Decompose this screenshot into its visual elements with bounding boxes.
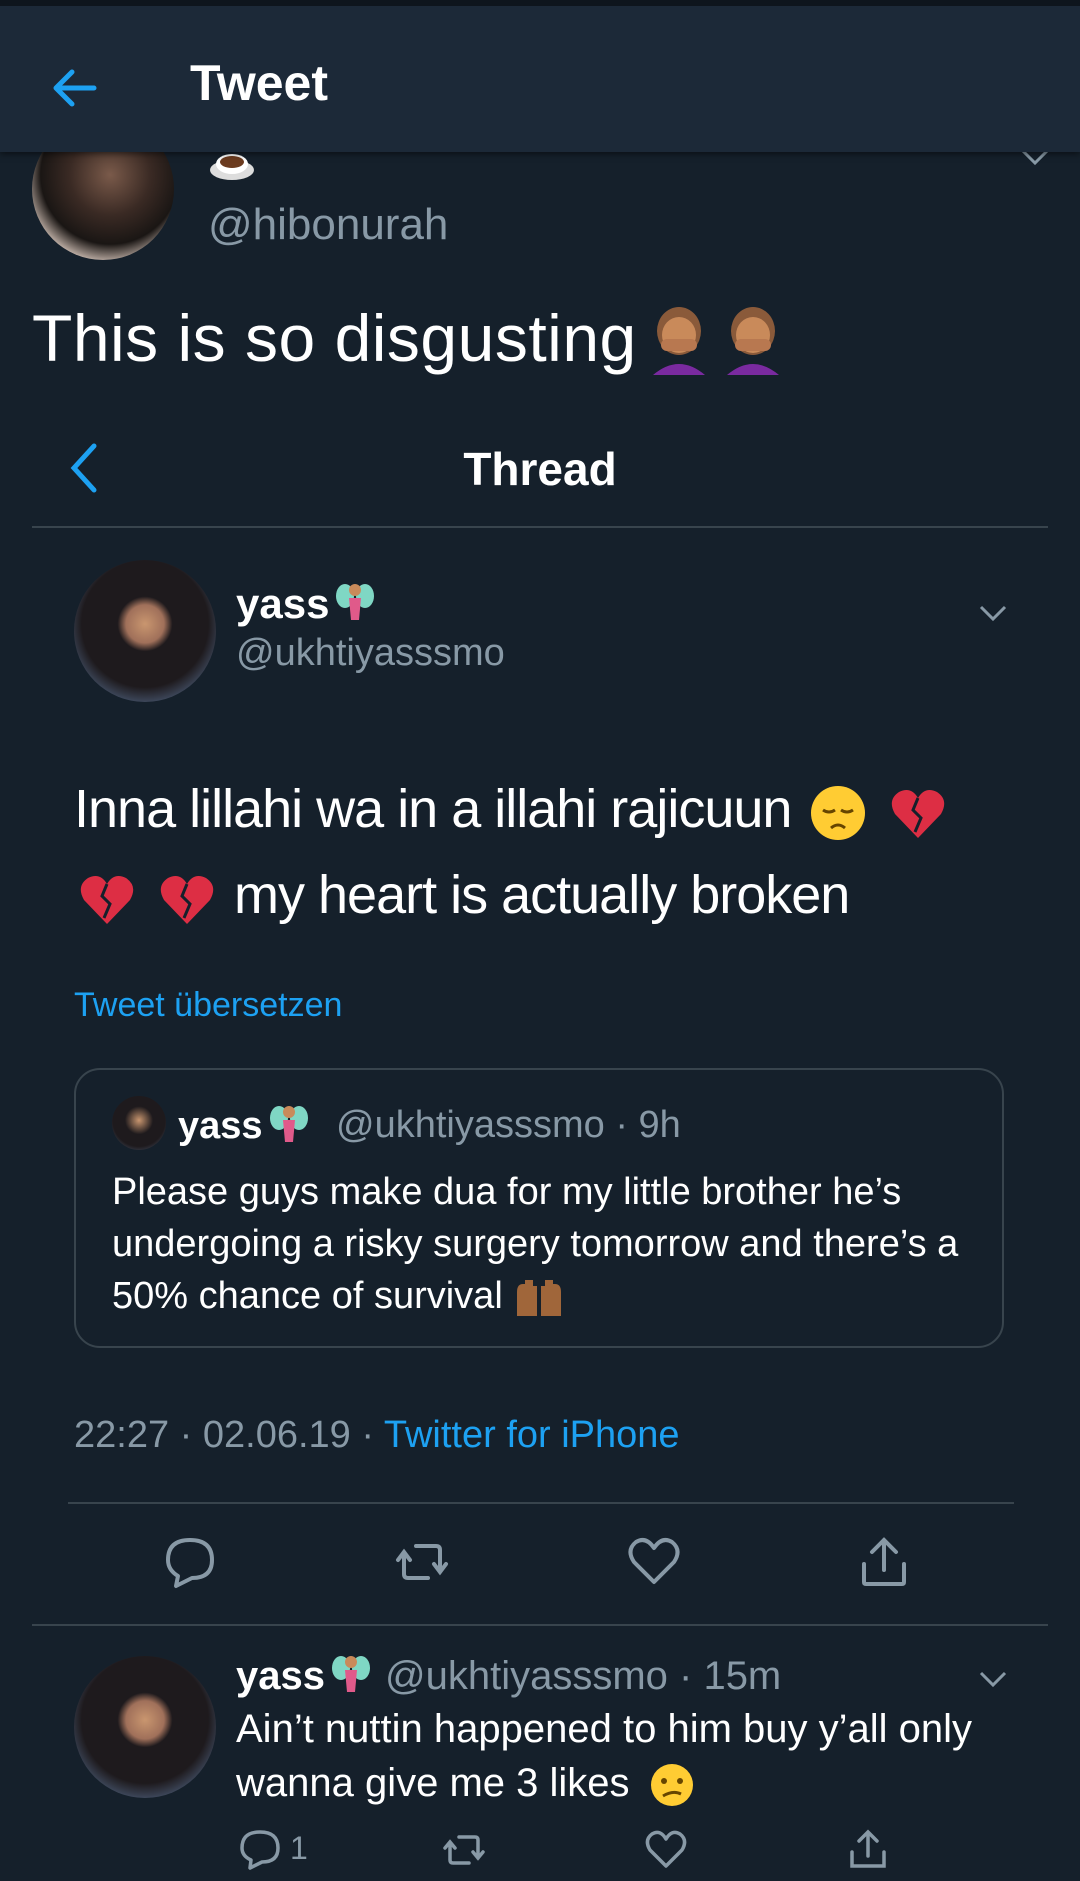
tweet-text: Inna lillahi wa in a illahi rajicuun my … — [74, 766, 1014, 938]
reply-author-name: yass — [236, 1653, 325, 1698]
quoted-author-name: yass — [178, 1102, 309, 1150]
tweet-meta: 22:27 · 02.06.19 · Twitter for iPhone — [74, 1414, 680, 1457]
quoted-tweet[interactable]: yass @ukhtiyasssmo · 9h Please guys make… — [74, 1068, 1004, 1348]
broken-heart-icon — [160, 875, 214, 924]
reply-header: yass @ukhtiyasssmo · 15m — [236, 1652, 781, 1700]
face-palm-icon — [652, 307, 705, 375]
timestamp: 22:27 · 02.06.19 · — [74, 1414, 384, 1456]
tweet-text: This is so disgusting — [32, 300, 785, 376]
retweet-icon[interactable] — [442, 1828, 486, 1872]
like-icon[interactable] — [644, 1828, 688, 1872]
confused-face-icon — [650, 1764, 693, 1807]
arrow-left-icon[interactable] — [48, 62, 100, 114]
author-name-text: yass — [236, 580, 330, 627]
divider — [68, 1502, 1014, 1504]
tweet-text-line: my heart is actually broken — [234, 865, 850, 925]
author-handle: @hibonurah — [208, 200, 449, 249]
avatar[interactable] — [74, 1656, 216, 1798]
reply-author-handle: @ukhtiyasssmo · 15m — [384, 1653, 782, 1698]
divider — [32, 526, 1048, 528]
chevron-down-icon[interactable] — [978, 1670, 1008, 1688]
retweet-icon[interactable] — [394, 1534, 450, 1590]
like-icon[interactable] — [626, 1534, 682, 1590]
translate-link[interactable]: Tweet übersetzen — [74, 986, 342, 1025]
quoted-author-name-text: yass — [178, 1104, 263, 1147]
fairy-icon — [336, 584, 375, 620]
share-icon[interactable] — [846, 1828, 890, 1872]
tweet-text-line: Inna lillahi wa in a illahi rajicuun — [74, 779, 792, 839]
divider — [32, 1624, 1048, 1626]
page-title: Tweet — [190, 55, 328, 111]
fairy-icon — [269, 1106, 308, 1142]
quoted-author-handle: @ukhtiyasssmo · 9h — [336, 1104, 681, 1146]
broken-heart-icon — [892, 789, 945, 838]
chevron-down-icon[interactable] — [978, 604, 1008, 622]
face-palm-icon — [726, 307, 779, 375]
quoted-tweet-text: Please guys make dua for my little broth… — [112, 1166, 982, 1322]
avatar[interactable] — [74, 560, 216, 702]
top-app-bar: Tweet — [0, 0, 1080, 152]
palms-up-icon — [517, 1279, 562, 1316]
reply-icon[interactable] — [238, 1828, 282, 1872]
reply-count: 1 — [290, 1830, 308, 1866]
source-link[interactable]: Twitter for iPhone — [384, 1414, 680, 1456]
broken-heart-icon — [80, 875, 134, 924]
share-icon[interactable] — [856, 1534, 912, 1590]
author-name: yass — [236, 580, 375, 628]
reply-text: Ain’t nuttin happened to him buy y’all o… — [236, 1702, 1006, 1810]
reply-icon[interactable] — [162, 1534, 218, 1590]
avatar — [112, 1096, 166, 1150]
reply-text-content: Ain’t nuttin happened to him buy y’all o… — [236, 1707, 973, 1805]
fairy-icon — [331, 1656, 370, 1692]
tweet-text-content: This is so disgusting — [32, 301, 637, 375]
author-handle: @ukhtiyasssmo — [236, 632, 505, 674]
thread-title: Thread — [463, 443, 617, 495]
pensive-face-icon — [811, 785, 866, 840]
